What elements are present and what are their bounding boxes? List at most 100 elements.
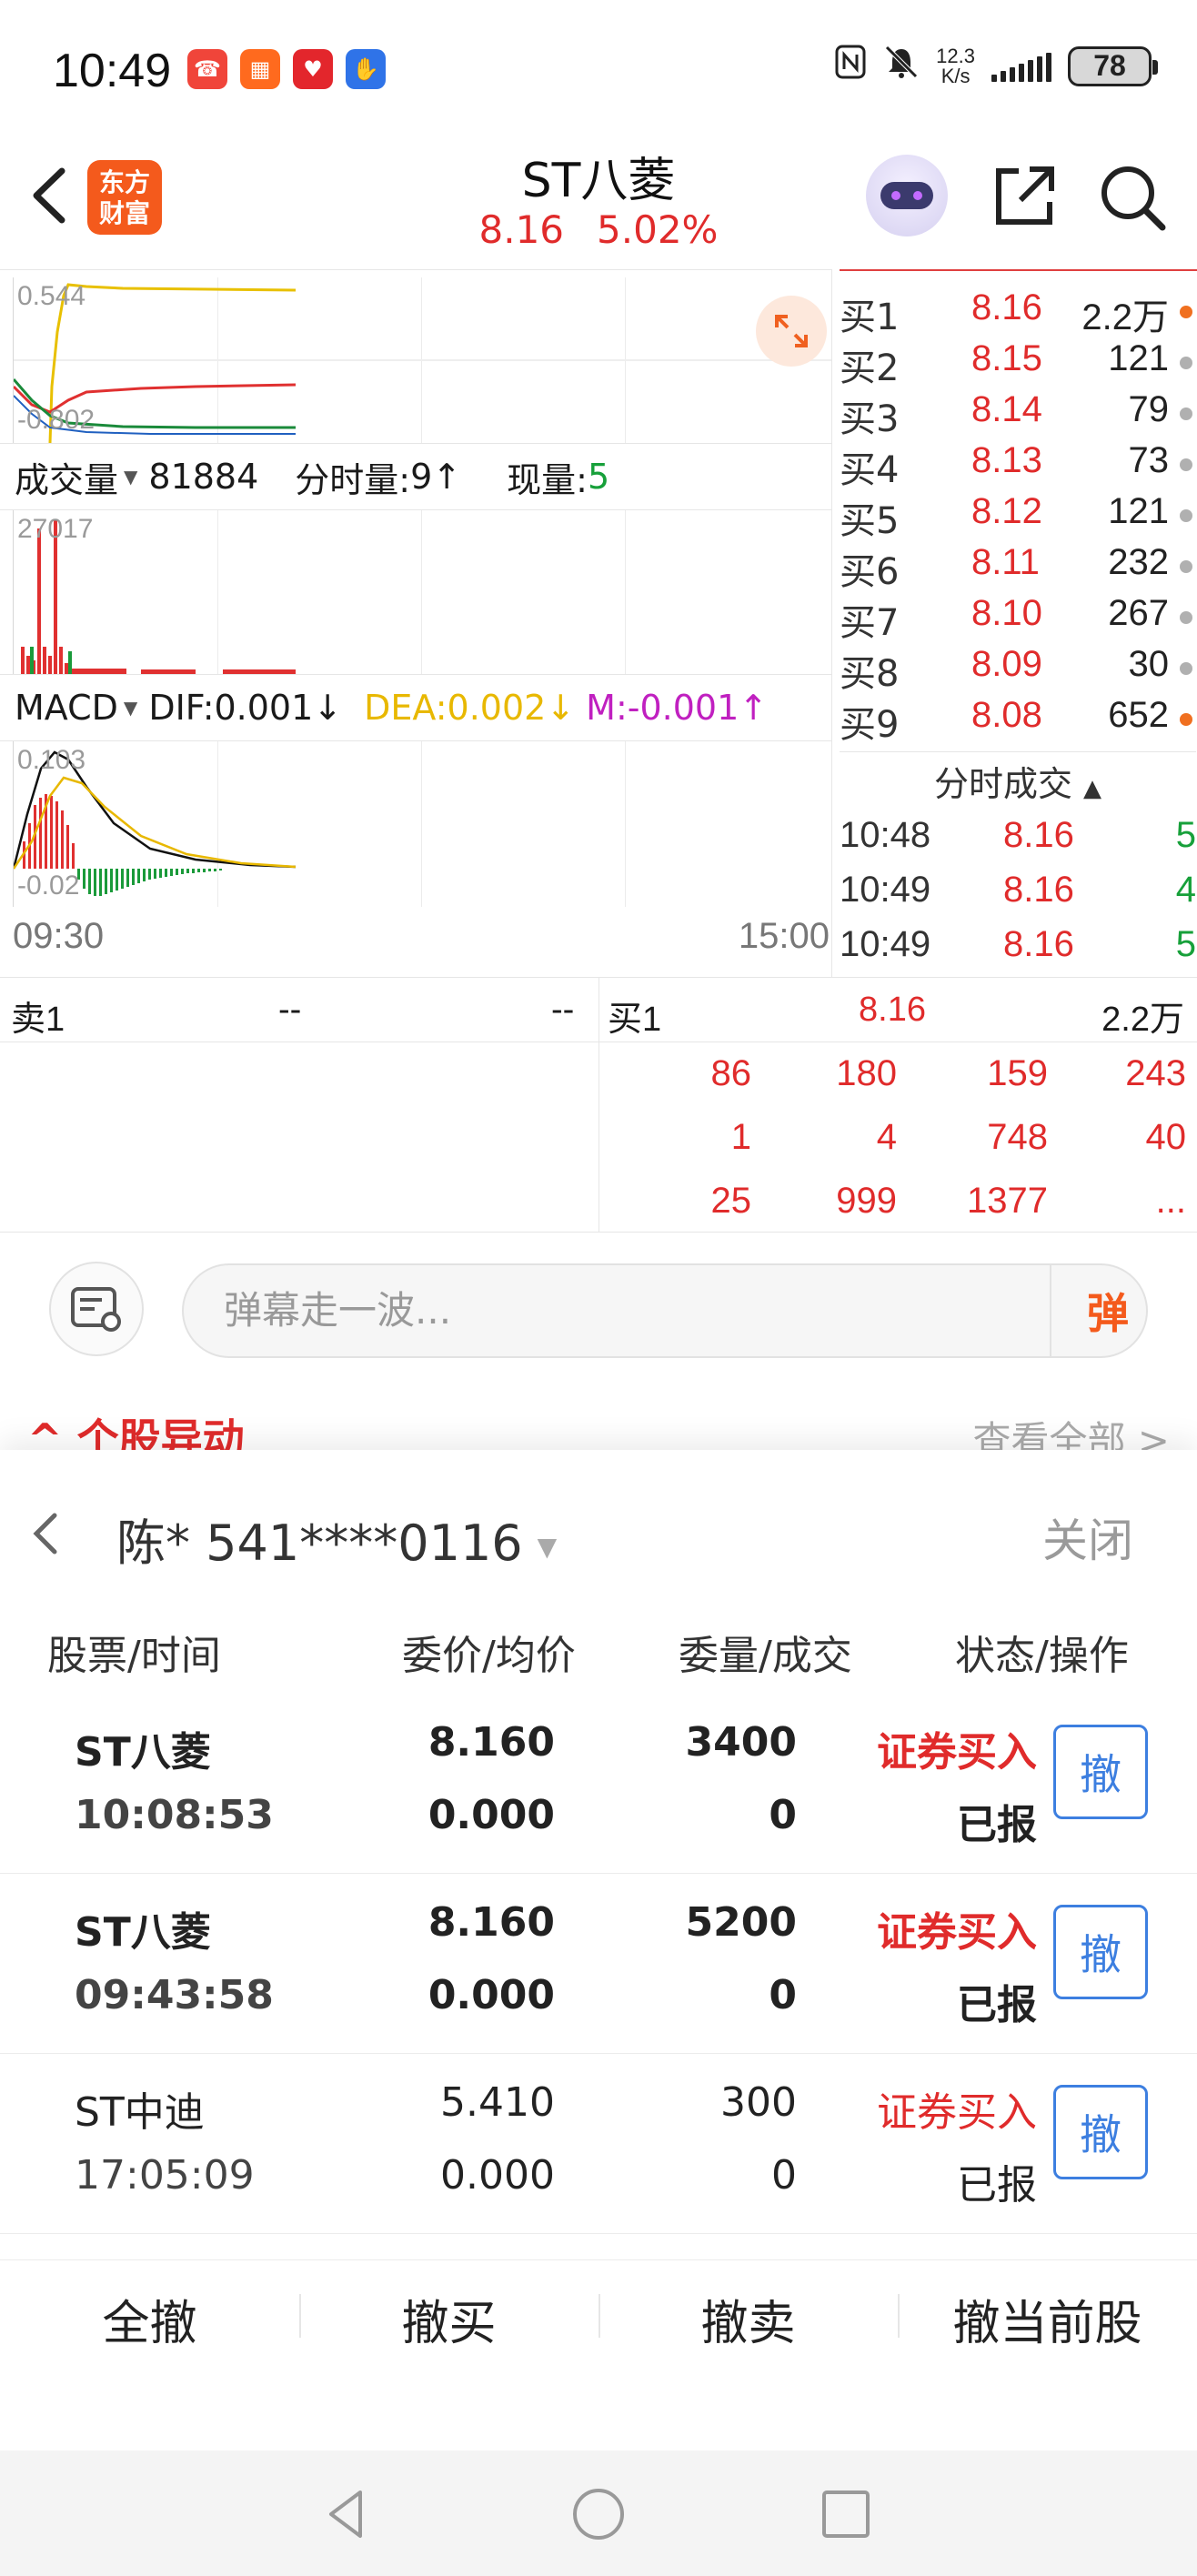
danmaku-settings-button[interactable]: [49, 1262, 144, 1356]
chevron-left-icon: [33, 1513, 57, 1555]
queue-order-volume: 40: [1145, 1117, 1187, 1157]
bid-row[interactable]: 买9 8.08 652: [840, 695, 1196, 746]
danmaku-input[interactable]: 弹幕走一波...: [182, 1263, 1148, 1358]
tick-volume: 4: [1175, 870, 1196, 910]
macd-axis-min: -0.02: [17, 870, 80, 901]
queue-order-volume: 159: [987, 1053, 1048, 1093]
nav-back-button[interactable]: [318, 2485, 377, 2543]
macd-selector[interactable]: MACD ▼: [15, 688, 137, 728]
orders-actions: 全撤 撤买 撤卖 撤当前股: [0, 2259, 1197, 2378]
order-quantity: 5200: [685, 1899, 797, 1946]
cancel-order-button[interactable]: 撤: [1053, 2085, 1148, 2179]
bid-row[interactable]: 买2 8.15 121: [840, 338, 1196, 389]
bid-row[interactable]: 买5 8.12 121: [840, 491, 1196, 542]
stock-price: 8.16: [478, 207, 565, 252]
ticks-header[interactable]: 分时成交 ▲: [840, 751, 1196, 806]
bid-row[interactable]: 买7 8.10 267: [840, 593, 1196, 644]
bid-level-label: 买5: [840, 500, 900, 542]
bid-level-label: 买2: [840, 347, 900, 389]
cancel-sell-button[interactable]: 撤卖: [598, 2285, 898, 2353]
bid-row[interactable]: 买3 8.14 79: [840, 389, 1196, 440]
battery-icon: 78: [1068, 45, 1158, 86]
cancel-order-button[interactable]: 撤: [1053, 1905, 1148, 1999]
volume-bars: [21, 519, 296, 674]
square-recents-icon: [822, 2490, 870, 2538]
up-arrow-icon: ↑: [432, 457, 462, 497]
share-button[interactable]: [990, 162, 1059, 231]
order-quantity: 300: [720, 2079, 797, 2126]
cancel-buy-button[interactable]: 撤买: [299, 2285, 598, 2353]
nfc-icon: [834, 44, 867, 88]
status-time: 10:49: [53, 45, 172, 97]
macd-indicator-bar: MACD ▼ DIF:0.001 ↓ DEA:0.002 ↓ M:-0.001 ↑: [0, 674, 831, 741]
bid-level-label: 买1: [840, 297, 900, 338]
buy-queue-row: 1 4 748 40: [600, 1106, 1197, 1170]
caret-down-icon: ▼: [124, 466, 138, 488]
bid-row[interactable]: 买1 8.16 2.2万: [840, 287, 1196, 338]
nav-recents-button[interactable]: [817, 2485, 875, 2543]
tick-time: 10:48: [840, 815, 931, 855]
order-stock-name: ST八菱: [75, 1909, 211, 1956]
bid-row[interactable]: 买4 8.13 73: [840, 440, 1196, 491]
bid-volume: 73: [1128, 440, 1170, 480]
bid-row[interactable]: 买8 8.09 30: [840, 644, 1196, 695]
close-button[interactable]: 关闭: [1042, 1504, 1133, 1570]
bid-dot-icon: [1180, 408, 1192, 420]
order-row[interactable]: ST中迪 17:05:09 5.410 0.000 300 0 证券买入 已报撤: [0, 2054, 1197, 2234]
price-lines: [14, 283, 832, 443]
search-button[interactable]: [1097, 162, 1168, 233]
danmaku-send-button[interactable]: 弹: [1050, 1265, 1164, 1356]
triangle-back-icon: [329, 2490, 362, 2538]
queue-order-volume: 1: [730, 1117, 751, 1157]
system-nav-bar: [0, 2450, 1197, 2576]
nav-home-button[interactable]: [569, 2485, 628, 2543]
view-all-link[interactable]: 查看全部 >: [972, 1410, 1170, 1450]
queue-order-volume: 999: [836, 1181, 897, 1221]
sell1-label: 卖1: [11, 1001, 65, 1039]
queue-order-volume: 4: [876, 1117, 897, 1157]
order-avg-price: 0.000: [440, 2152, 555, 2199]
order-time: 17:05:09: [75, 2152, 255, 2199]
search-icon: [1101, 166, 1166, 231]
buy1-price: 8.16: [859, 991, 926, 1029]
volume-value: 81884: [148, 457, 259, 497]
buy1-label: 买1: [608, 1001, 662, 1039]
macd-axis-max: 0.103: [17, 745, 86, 775]
bid-volume: 652: [1108, 695, 1169, 735]
order-row[interactable]: ST八菱 10:08:53 8.160 0.000 3400 0 证券买入 已报撤: [0, 1694, 1197, 1874]
down-arrow-icon: ↓: [313, 688, 343, 728]
ai-assistant-icon[interactable]: [866, 155, 948, 236]
order-row[interactable]: ST八菱 09:43:58 8.160 0.000 5200 0 证券买入 已报撤: [0, 1874, 1197, 2054]
bid-dot-icon: [1180, 306, 1192, 318]
current-volume-label: 现量:: [507, 459, 588, 500]
tick-row: 10:48 8.16 5: [840, 815, 1196, 868]
order-type: 证券买入: [877, 1909, 1037, 1956]
buy1-vol: 2.2万: [1101, 1001, 1184, 1039]
queue-order-volume: 25: [710, 1181, 752, 1221]
tick-volume: 5: [1175, 924, 1196, 964]
tick-volume: 5: [1175, 815, 1196, 855]
sheet-back-button[interactable]: [27, 1506, 64, 1561]
status-right: 12.3 K/s 78: [834, 44, 1158, 88]
status-app-icons: ☎ ▦ ♥ ✋: [187, 49, 386, 89]
volume-selector[interactable]: 成交量 ▼: [15, 452, 137, 502]
account-selector[interactable]: 陈* 541****0116 ▼: [116, 1503, 557, 1575]
stock-alerts-title[interactable]: ^ 个股异动: [27, 1406, 245, 1450]
intraday-chart[interactable]: 0.544 -0.802 成交量 ▼ 81884 分时量: 9 ↑ 现量: 5 2…: [0, 269, 832, 977]
order-price: 5.410: [440, 2079, 555, 2126]
bid-level-label: 买7: [840, 602, 900, 644]
bid-level-label: 买6: [840, 551, 900, 593]
order-type: 证券买入: [877, 1729, 1037, 1776]
cancel-order-button[interactable]: 撤: [1053, 1725, 1148, 1819]
cancel-current-stock-button[interactable]: 撤当前股: [898, 2285, 1197, 2353]
stock-alerts-peek: ^ 个股异动 查看全部 >: [0, 1386, 1197, 1450]
volume-indicator-bar: 成交量 ▼ 81884 分时量: 9 ↑ 现量: 5: [0, 443, 831, 510]
col-status-action: 状态/操作: [955, 1633, 1129, 1679]
cancel-all-button[interactable]: 全撤: [0, 2285, 299, 2353]
heart-app-icon: ♥: [293, 49, 333, 89]
tick-row: 10:49 8.16 5: [840, 924, 1196, 977]
bid-row[interactable]: 买6 8.11 232: [840, 542, 1196, 593]
bid-level-label: 买8: [840, 653, 900, 695]
time-start: 09:30: [13, 916, 105, 956]
expand-chart-button[interactable]: [756, 296, 827, 367]
